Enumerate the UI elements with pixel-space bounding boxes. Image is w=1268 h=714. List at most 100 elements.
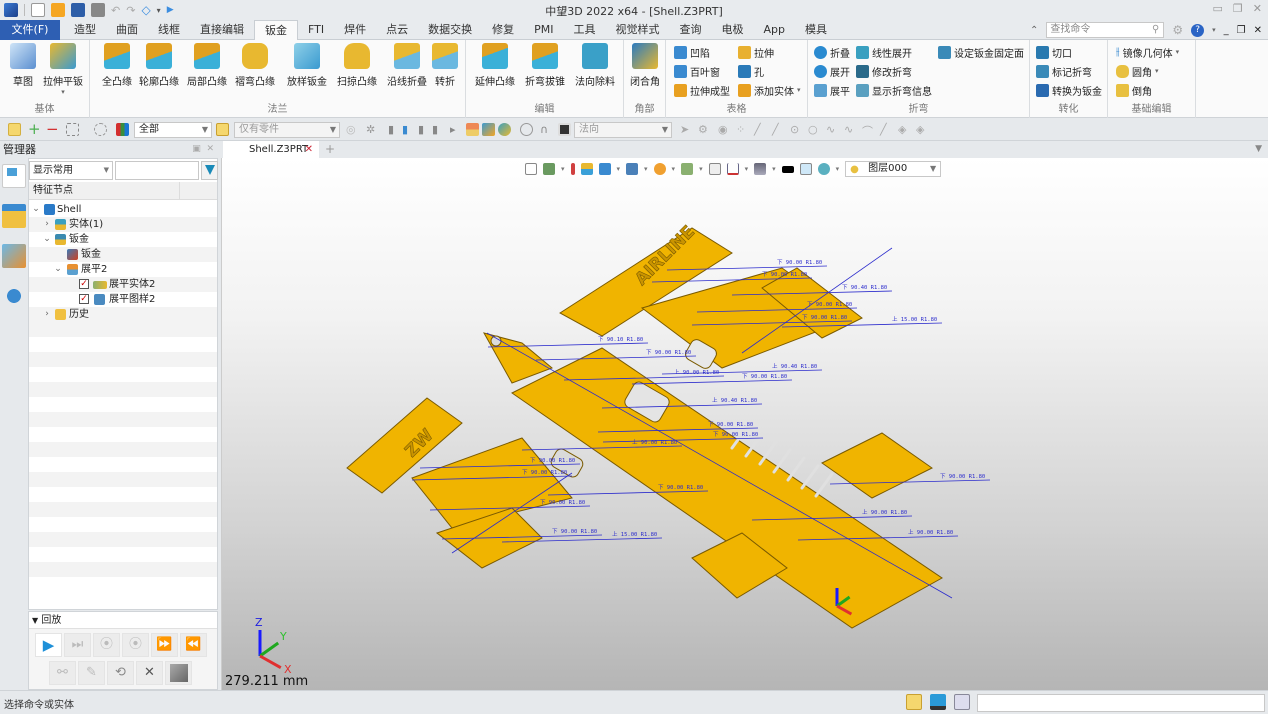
chevron-down-icon[interactable]: ▾	[561, 165, 565, 173]
help-icon[interactable]: ?	[1191, 23, 1205, 37]
stamp-form-button[interactable]: 拉伸成型	[674, 82, 730, 98]
tab-fti[interactable]: FTI	[298, 20, 334, 40]
jog-button[interactable]: 转折	[424, 43, 466, 88]
remove-icon[interactable]: −	[46, 122, 59, 137]
tab-point-cloud[interactable]: 点云	[376, 20, 418, 40]
visibility-checkbox[interactable]: ✓	[79, 294, 89, 304]
closed-corner-button[interactable]: 闭合角	[622, 43, 668, 88]
tree-item-sheetmetal[interactable]: 钣金	[29, 247, 217, 262]
hole-button[interactable]: 孔	[738, 63, 764, 79]
tree-item-shell[interactable]: ⌄ Shell	[29, 202, 217, 217]
stop-button[interactable]	[165, 661, 192, 685]
background-icon[interactable]	[754, 163, 767, 175]
circle-center-icon[interactable]: ⊙	[790, 123, 803, 136]
close-icon[interactable]: ✕	[1253, 2, 1262, 15]
direction-combo[interactable]: 法向 ▼	[574, 122, 672, 138]
show-bend-info-button[interactable]: 显示折弯信息	[856, 82, 932, 98]
delete-button[interactable]: ✕	[136, 661, 163, 685]
pick-loop-icon[interactable]: ∩	[540, 123, 553, 136]
tab-wireframe[interactable]: 线框	[148, 20, 190, 40]
gear-icon[interactable]: ⚙	[1172, 23, 1183, 37]
rip-button[interactable]: 切口	[1036, 44, 1072, 60]
appearance-icon[interactable]	[681, 163, 694, 175]
fit-view-icon[interactable]	[708, 163, 721, 175]
filter-list-icon[interactable]	[116, 123, 129, 136]
color-black-icon[interactable]	[781, 165, 794, 173]
extrude-flat-button[interactable]: 拉伸平钣 ▾	[40, 43, 86, 96]
pick-direction-icon[interactable]	[558, 123, 571, 136]
step-forward-pause-button[interactable]: ⦿	[122, 633, 149, 657]
tree-item-flat-solid2[interactable]: ✓ 展平实体2	[29, 277, 217, 292]
segment-icon[interactable]: ╱	[880, 123, 893, 136]
tab-list-menu-icon[interactable]: ▼	[1255, 141, 1262, 158]
scope-combo[interactable]: 仅有零件 ▼	[234, 122, 340, 138]
play-button[interactable]: ▶	[35, 633, 62, 657]
lasso-select-icon[interactable]	[94, 123, 107, 136]
restore-icon[interactable]: ❐	[1233, 2, 1243, 15]
section-view-icon[interactable]	[626, 163, 639, 175]
search-icon[interactable]: ⚲	[1152, 23, 1159, 37]
link-button[interactable]: ⚯	[49, 661, 76, 685]
circle-icon[interactable]: ○	[808, 123, 821, 136]
unfold-button[interactable]: 展开	[814, 63, 850, 79]
filter-button[interactable]	[201, 161, 218, 180]
tab-weldment[interactable]: 焊件	[334, 20, 376, 40]
tab-tools[interactable]: 工具	[563, 20, 605, 40]
line-icon[interactable]: ╱	[754, 123, 767, 136]
chevron-down-icon[interactable]: ▾	[644, 165, 648, 173]
chevron-down-icon[interactable]: ⌄	[53, 262, 63, 277]
shaded-icon[interactable]	[598, 163, 611, 175]
edit-pencil-button[interactable]: ✎	[78, 661, 105, 685]
pick-filter-icon[interactable]	[8, 123, 21, 136]
tree-toggle-icon[interactable]	[906, 694, 922, 710]
step-to-end-button[interactable]: ⏭	[64, 633, 91, 657]
tree-item-solids[interactable]: › 实体(1)	[29, 217, 217, 232]
document-tab[interactable]: Shell.Z3PRT ✕	[223, 141, 319, 158]
history-manager-tab[interactable]	[2, 164, 26, 188]
chevron-down-icon[interactable]: ▾	[1176, 48, 1180, 56]
fold-button[interactable]: 折叠	[814, 44, 850, 60]
contour-flange-button[interactable]: 轮廓凸缘	[136, 43, 182, 88]
tab-file[interactable]: 文件(F)	[0, 20, 60, 40]
chevron-down-icon[interactable]: ⌄	[31, 202, 41, 217]
display-filter-combo[interactable]: 显示常用 ▼	[29, 161, 113, 180]
arc-icon[interactable]: ⌒	[862, 123, 875, 138]
style-filter-icon[interactable]	[498, 123, 511, 136]
modify-bend-button[interactable]: 修改折弯	[856, 63, 912, 79]
curve-icon[interactable]: ∿	[844, 123, 857, 136]
fast-forward-button[interactable]: ⏩	[151, 633, 178, 657]
line2-icon[interactable]: ╱	[772, 123, 785, 136]
add-solid-button[interactable]: 添加实体 ▾	[738, 82, 801, 98]
snap-settings-icon[interactable]: ✲	[366, 123, 379, 136]
partial-flange-button[interactable]: 局部凸缘	[184, 43, 230, 88]
replace-button[interactable]: ⟲	[107, 661, 134, 685]
chevron-right-icon[interactable]: ›	[42, 307, 52, 322]
tree-item-flat-pattern2[interactable]: ✓ 展平图样2	[29, 292, 217, 307]
tab-electrode[interactable]: 电极	[711, 20, 753, 40]
mirror-geometry-button[interactable]: ⫲ 镜像几何体 ▾	[1116, 44, 1179, 60]
chevron-down-icon[interactable]: ▾	[745, 165, 749, 173]
tab-direct-edit[interactable]: 直接编辑	[190, 20, 254, 40]
spline-icon[interactable]: ∿	[826, 123, 839, 136]
lofted-sheet-button[interactable]: 放样钣金	[284, 43, 330, 88]
help-dropdown-icon[interactable]: ▾	[1212, 26, 1216, 34]
tree-item-history[interactable]: › 历史	[29, 307, 217, 322]
close-panel-icon[interactable]: ✕	[206, 144, 214, 154]
render-mode-icon[interactable]	[580, 163, 593, 175]
close-tab-icon[interactable]: ✕	[305, 141, 313, 158]
exit-icon[interactable]	[525, 163, 537, 175]
snap-icon[interactable]: ◎	[346, 123, 359, 136]
tab-modeling[interactable]: 造型	[64, 20, 106, 40]
color-light-icon[interactable]	[799, 163, 812, 175]
display-toggle-icon[interactable]	[930, 694, 946, 710]
visibility-checkbox[interactable]: ✓	[79, 279, 89, 289]
view-manager-tab[interactable]	[2, 244, 26, 268]
set-fixed-face-button[interactable]: 设定钣金固定面	[938, 44, 1024, 60]
tab-surface[interactable]: 曲面	[106, 20, 148, 40]
view-orientation-icon[interactable]	[543, 163, 555, 175]
chevron-down-icon[interactable]: ▾	[772, 165, 776, 173]
bend-draft-button[interactable]: 折弯拔锥	[522, 43, 568, 88]
doc-close-icon[interactable]: ✕	[1254, 25, 1262, 36]
dimple-button[interactable]: 凹陷	[674, 44, 710, 60]
surface-icon[interactable]: ◈	[898, 123, 911, 136]
